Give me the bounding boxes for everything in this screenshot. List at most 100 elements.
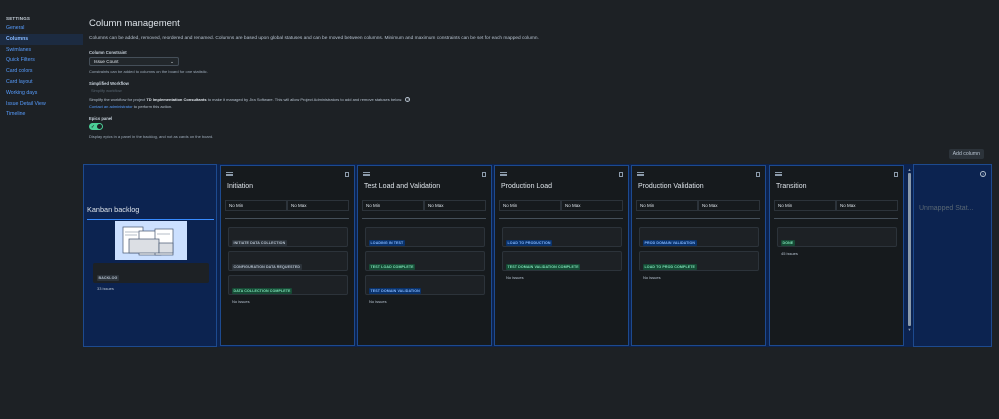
status-card[interactable]: TEST DOMAIN VALIDATION COMPLETE No issue…: [502, 251, 622, 280]
sidebar-item-timeline[interactable]: Timeline: [0, 109, 83, 120]
status-issue-count: No issues: [643, 274, 661, 280]
column-divider: [636, 218, 760, 219]
toggle-knob: [97, 124, 102, 130]
contact-admin-link[interactable]: Contact an administrator: [89, 104, 133, 109]
simplify-text-post: to make it managed by Jira Software. Thi…: [206, 97, 403, 102]
status-card[interactable]: LOADING IN TEST No issues: [365, 227, 485, 256]
column-min-input[interactable]: No Min: [636, 200, 698, 211]
drag-handle-icon[interactable]: [637, 172, 644, 176]
board-column-initiation[interactable]: Initiation No Min No Max INITIATE DATA C…: [220, 165, 355, 346]
help-icon[interactable]: ?: [980, 171, 986, 177]
sidebar-heading: SETTINGS: [6, 16, 31, 21]
column-divider: [774, 218, 898, 219]
simplify-info-text: Simplify the workflow for project TD Imp…: [89, 97, 989, 103]
scroll-up-icon[interactable]: ▲: [907, 167, 912, 172]
board-column-production-validation[interactable]: Production Validation No Min No Max PROD…: [631, 165, 766, 346]
sidebar-item-card-layout[interactable]: Card layout: [0, 77, 83, 88]
status-card[interactable]: LOAD TO PROD COMPLETE No issues: [639, 251, 759, 280]
add-column-button[interactable]: Add column: [948, 149, 984, 159]
board-column-transition[interactable]: Transition No Min No Max DONE 45 issues: [769, 165, 904, 346]
epics-panel-toggle[interactable]: ✓: [89, 123, 103, 131]
page-description: Columns can be added, removed, reordered…: [89, 36, 539, 41]
status-card[interactable]: INITIATE DATA COLLECTION No issues: [228, 227, 348, 256]
status-lozenge: TEST LOAD COMPLETE: [369, 264, 416, 270]
status-card[interactable]: PROD DOMAIN VALIDATION No issues: [639, 227, 759, 256]
status-lozenge: TEST DOMAIN VALIDATION: [369, 288, 422, 294]
simplified-workflow-label: Simplified Workflow: [89, 81, 129, 86]
main-content: Column management Columns can be added, …: [89, 18, 989, 146]
column-min-input[interactable]: No Min: [499, 200, 561, 211]
board-column-test-load-and-validation[interactable]: Test Load and Validation No Min No Max L…: [357, 165, 492, 346]
status-issue-count: 33 issues: [97, 285, 114, 291]
column-min-input[interactable]: No Min: [774, 200, 836, 211]
column-title[interactable]: Production Validation: [638, 183, 704, 190]
column-min-input[interactable]: No Min: [362, 200, 424, 211]
board-column-production-load[interactable]: Production Load No Min No Max LOAD TO PR…: [494, 165, 629, 346]
drag-handle-icon[interactable]: [500, 172, 507, 176]
column-min-input[interactable]: No Min: [225, 200, 287, 211]
column-constraint-value: Issue Count: [94, 59, 119, 64]
scroll-down-icon[interactable]: ▼: [907, 327, 912, 332]
trash-icon[interactable]: [756, 172, 760, 177]
column-title[interactable]: Initiation: [227, 183, 253, 190]
trash-icon[interactable]: [345, 172, 349, 177]
status-card[interactable]: CONFIGURATION DATA REQUESTED 17 issues: [228, 251, 348, 280]
sidebar-item-card-colors[interactable]: Card colors: [0, 66, 83, 77]
vertical-scrollbar[interactable]: ▲ ▼: [907, 167, 912, 344]
status-lozenge: LOADING IN TEST: [369, 240, 405, 246]
sidebar-item-general[interactable]: General: [0, 23, 83, 34]
status-lozenge: DATA COLLECTION COMPLETE: [232, 288, 293, 294]
column-max-input[interactable]: No Max: [836, 200, 898, 211]
column-title[interactable]: Production Load: [501, 183, 552, 190]
column-board: Kanban backlog BACKLOG 33 issues Initiat…: [83, 164, 992, 347]
page-title: Column management: [89, 18, 180, 29]
trash-icon[interactable]: [482, 172, 486, 177]
drag-handle-icon[interactable]: [226, 172, 233, 176]
column-divider: [499, 218, 623, 219]
chevron-down-icon: ⌄: [170, 58, 174, 64]
status-lozenge: INITIATE DATA COLLECTION: [232, 240, 287, 246]
trash-icon[interactable]: [619, 172, 623, 177]
column-constraint-label: Column Constraint: [89, 50, 127, 55]
column-title[interactable]: Test Load and Validation: [364, 183, 440, 190]
sidebar-item-swimlanes[interactable]: Swimlanes: [0, 45, 83, 56]
unmapped-statuses-title: Unmapped Stat...: [919, 205, 974, 212]
sidebar-item-quick-filters[interactable]: Quick Filters: [0, 55, 83, 66]
drag-handle-icon[interactable]: [363, 172, 370, 176]
scroll-thumb[interactable]: [908, 173, 911, 326]
column-max-input[interactable]: No Max: [424, 200, 486, 211]
backlog-illustration: [115, 221, 187, 260]
status-issue-count: No issues: [232, 298, 250, 304]
status-lozenge: DONE: [781, 240, 795, 246]
column-max-input[interactable]: No Max: [287, 200, 349, 211]
sidebar-item-columns[interactable]: Columns: [0, 33, 83, 45]
contact-admin-post: to perform this action.: [132, 104, 173, 110]
column-constraint-select[interactable]: Issue Count ⌄: [89, 57, 179, 66]
project-name: TD Implementation Consultants: [146, 97, 207, 102]
status-card[interactable]: DONE 45 issues: [777, 227, 897, 256]
status-issue-count: No issues: [506, 274, 524, 280]
status-lozenge: LOAD TO PRODUCTION: [506, 240, 553, 246]
column-max-input[interactable]: No Max: [561, 200, 623, 211]
column-divider: [225, 218, 349, 219]
column-divider: [362, 218, 486, 219]
sidebar-item-issue-detail-view[interactable]: Issue Detail View: [0, 99, 83, 110]
kanban-backlog-column: Kanban backlog BACKLOG 33 issues: [83, 164, 217, 347]
column-title[interactable]: Transition: [776, 183, 806, 190]
status-lozenge: BACKLOG: [97, 275, 119, 281]
column-divider: [87, 219, 214, 220]
status-card[interactable]: DATA COLLECTION COMPLETE No issues: [228, 275, 348, 304]
backlog-status-card[interactable]: BACKLOG 33 issues: [93, 263, 209, 291]
column-constraint-helper: Constraints can be added to columns on t…: [89, 69, 208, 74]
column-max-input[interactable]: No Max: [698, 200, 760, 211]
drag-handle-icon[interactable]: [775, 172, 782, 176]
status-card[interactable]: TEST LOAD COMPLETE No issues: [365, 251, 485, 280]
trash-icon[interactable]: [894, 172, 898, 177]
status-issue-count: No issues: [369, 298, 387, 304]
status-card[interactable]: TEST DOMAIN VALIDATION No issues: [365, 275, 485, 304]
info-icon[interactable]: ?: [405, 97, 411, 103]
status-card[interactable]: LOAD TO PRODUCTION No issues: [502, 227, 622, 256]
sidebar-item-working-days[interactable]: Working days: [0, 88, 83, 99]
status-lozenge: TEST DOMAIN VALIDATION COMPLETE: [506, 264, 581, 270]
kanban-backlog-title: Kanban backlog: [87, 205, 140, 214]
